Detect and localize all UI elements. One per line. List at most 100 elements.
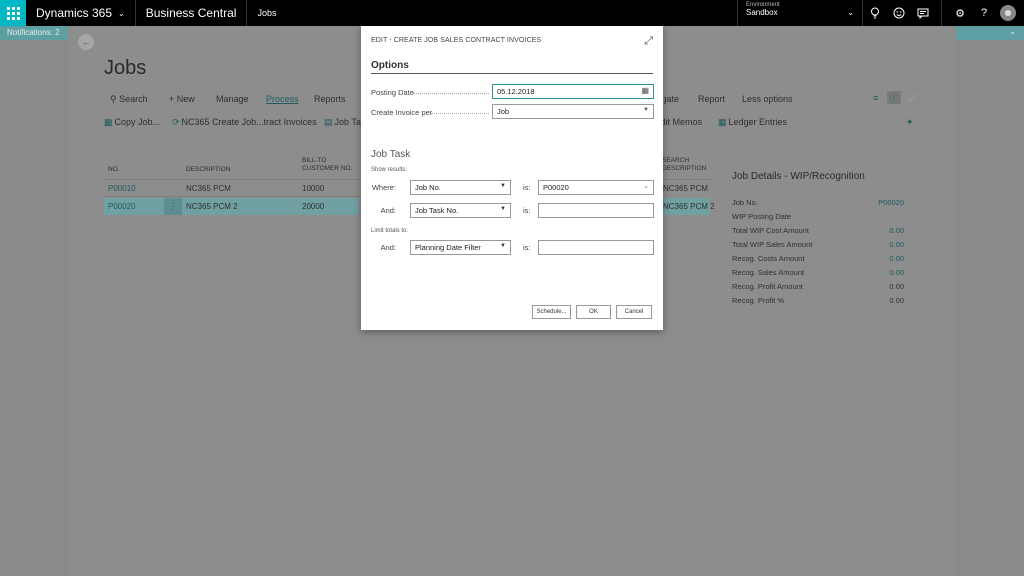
smiley-icon[interactable] <box>887 0 911 26</box>
job-no-link[interactable]: P00020 <box>108 202 136 211</box>
filter-field-select-2[interactable]: Job Task No. ▼ <box>410 203 511 218</box>
action-navigate[interactable]: Navigate <box>664 94 679 104</box>
pin-icon[interactable]: ✦ <box>906 117 914 128</box>
action-credit-memos[interactable]: Credit Memos <box>662 117 702 127</box>
app-name[interactable]: Business Central <box>136 0 248 26</box>
factbox-title: Job Details - WIP/Recognition <box>732 171 865 182</box>
factbox-value[interactable]: 0.00 <box>889 254 904 263</box>
task-icon: ▤ <box>324 117 333 127</box>
action-manage[interactable]: Manage <box>216 94 249 104</box>
info-icon[interactable]: ⓘ <box>887 91 901 104</box>
factbox-value: 0.00 <box>889 282 904 291</box>
dropdown-arrow-icon: ▼ <box>500 206 506 212</box>
divider <box>104 179 359 180</box>
divider <box>371 73 653 74</box>
show-results-label: Show results: <box>371 167 408 173</box>
posting-date-value: 05.12.2018 <box>497 87 535 96</box>
is-label: is: <box>523 183 531 192</box>
factbox-value[interactable]: 0.00 <box>889 226 904 235</box>
create-invoice-per-select[interactable]: Job ▼ <box>492 104 654 119</box>
copy-icon: ▩ <box>104 117 113 127</box>
avatar[interactable] <box>1000 5 1016 21</box>
chevron-down-icon[interactable]: ⌄ <box>643 182 649 190</box>
cancel-button[interactable]: Cancel <box>616 305 652 319</box>
options-section-title[interactable]: Options <box>371 60 409 71</box>
backdrop-left <box>0 40 68 576</box>
search-description: NC365 PCM 2 <box>663 202 715 211</box>
filter-field-value: Job Task No. <box>415 206 459 215</box>
column-header-description[interactable]: DESCRIPTION <box>186 166 230 174</box>
filter-field-value: Job No. <box>415 183 441 192</box>
lightbulb-icon[interactable] <box>863 0 887 26</box>
filter-value: P00020 <box>543 183 569 192</box>
search-description: NC365 PCM <box>663 184 708 193</box>
create-invoice-per-label: Create Invoice per <box>371 108 433 117</box>
row-menu-icon[interactable]: ⋮ <box>164 198 182 215</box>
job-no-link[interactable]: P00010 <box>108 184 136 193</box>
action-job-task[interactable]: ▤Job Task <box>324 117 361 128</box>
action-copy-job[interactable]: ▩ Copy Job... <box>104 117 160 128</box>
dotted-leader <box>413 93 489 94</box>
expand-icon[interactable]: ⤢ <box>908 93 915 104</box>
action-reports[interactable]: Reports <box>314 94 346 104</box>
page-title: Jobs <box>104 57 147 79</box>
action-ledger-entries[interactable]: ▦ Ledger Entries <box>718 117 787 128</box>
factbox-label: Recog. Profit % <box>732 296 785 305</box>
environment-value: Sandbox <box>746 8 778 17</box>
divider <box>661 179 710 180</box>
factbox-value[interactable]: 0.00 <box>889 240 904 249</box>
filter-field-select-3[interactable]: Planning Date Filter ▼ <box>410 240 511 255</box>
job-description: NC365 PCM 2 <box>186 202 238 211</box>
filter-value-input-1[interactable]: P00020 ⌄ <box>538 180 654 195</box>
filter-value-input-3[interactable] <box>538 240 654 255</box>
chat-icon[interactable] <box>911 0 935 26</box>
request-page-dialog: EDIT - CREATE JOB SALES CONTRACT INVOICE… <box>361 26 663 330</box>
gear-icon[interactable]: ⚙ <box>948 0 972 26</box>
list-view-icon[interactable]: ≡ <box>873 93 878 103</box>
factbox-label: Recog. Profit Amount <box>732 282 803 291</box>
app-launcher-button[interactable] <box>0 0 26 26</box>
product-switcher[interactable]: Dynamics 365 ⌄ <box>26 0 136 26</box>
create-invoice-per-value: Job <box>497 107 510 116</box>
dialog-caption: EDIT - CREATE JOB SALES CONTRACT INVOICE… <box>371 37 542 44</box>
action-process[interactable]: Process <box>266 94 299 104</box>
job-task-section-title: Job Task <box>371 149 411 160</box>
expand-icon[interactable]: ⤢ <box>644 35 653 48</box>
chevron-down-icon[interactable]: ⌄ <box>1009 27 1016 36</box>
divider <box>104 196 359 197</box>
action-report[interactable]: Report <box>698 94 725 104</box>
factbox-value[interactable]: P00020 <box>878 198 904 207</box>
filter-value-input-2[interactable] <box>538 203 654 218</box>
search-icon: ⚲ <box>110 94 120 104</box>
plus-icon: + <box>169 94 177 104</box>
factbox-label: WIP Posting Date <box>732 212 792 221</box>
column-header-search-description[interactable]: SEARCH DESCRIPTION <box>662 157 710 173</box>
waffle-icon <box>6 6 20 20</box>
product-name: Dynamics 365 <box>36 6 113 20</box>
back-arrow-icon[interactable]: ← <box>78 34 94 50</box>
factbox-label: Total WIP Cost Amount <box>732 226 809 235</box>
column-header-bill-to[interactable]: BILL-TO CUSTOMER NO. <box>302 157 362 173</box>
help-icon[interactable]: ? <box>972 0 996 26</box>
ok-button[interactable]: OK <box>576 305 611 319</box>
environment-selector[interactable]: Environment Sandbox ⌄ <box>737 0 863 26</box>
where-label: Where: <box>371 183 396 192</box>
factbox-label: Recog. Sales Amount <box>732 268 805 277</box>
posting-date-field[interactable]: 05.12.2018 ▦ <box>492 84 654 99</box>
dropdown-arrow-icon: ▼ <box>500 183 506 189</box>
ledger-icon: ▦ <box>718 117 727 127</box>
action-less-options[interactable]: Less options <box>742 94 793 104</box>
filter-field-select-1[interactable]: Job No. ▼ <box>410 180 511 195</box>
action-new[interactable]: + New <box>169 94 195 104</box>
schedule-button[interactable]: Schedule... <box>532 305 571 319</box>
dropdown-arrow-icon: ▼ <box>500 243 506 249</box>
action-create-invoices[interactable]: ⟳ NC365 Create Job...tract Invoices <box>172 117 317 128</box>
dropdown-arrow-icon: ▼ <box>643 107 649 113</box>
chevron-down-icon: ⌄ <box>847 8 854 17</box>
action-search[interactable]: ⚲ Search <box>110 94 148 105</box>
factbox-value[interactable]: 0.00 <box>889 268 904 277</box>
calendar-icon[interactable]: ▦ <box>641 86 649 95</box>
backdrop-right <box>956 40 1024 576</box>
and-label: And: <box>380 243 396 252</box>
column-header-no[interactable]: NO. <box>108 166 120 174</box>
